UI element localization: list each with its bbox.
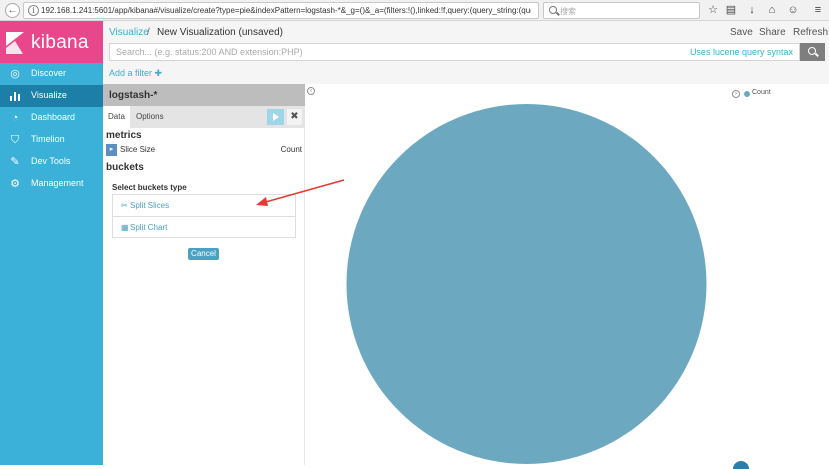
bookmark-star-icon[interactable]: ☆ [706, 3, 720, 17]
smiley-icon[interactable]: ☺ [786, 3, 800, 17]
buckets-heading: buckets [106, 162, 144, 173]
cancel-button[interactable]: Cancel [188, 248, 219, 260]
sidebar-item-visualize[interactable]: Visualize [0, 85, 103, 107]
browser-search-placeholder: 搜索 [560, 7, 576, 16]
breadcrumb: Visualize / New Visualization (unsaved) … [103, 21, 829, 43]
tab-data[interactable]: Data [103, 106, 130, 128]
home-icon[interactable]: ⌂ [765, 3, 779, 17]
browser-toolbar: ← i 192.168.1.241:5601/app/kibana#/visua… [0, 0, 829, 21]
sidebar-item-label: Dev Tools [31, 156, 71, 166]
scroll-up-icon[interactable] [733, 461, 749, 469]
compass-icon: ◎ [10, 68, 20, 80]
wrench-icon: ✎ [10, 156, 20, 168]
tab-options[interactable]: Options [131, 106, 169, 128]
legend-swatch [744, 91, 750, 97]
scissors-icon: ✂ [121, 201, 128, 210]
pie-slice-count[interactable] [346, 104, 707, 464]
apply-changes-button[interactable] [267, 109, 284, 125]
refresh-button[interactable]: Refresh [793, 27, 828, 38]
clipboard-icon[interactable]: ▤ [724, 3, 738, 17]
table-icon: ▦ [121, 223, 129, 232]
search-icon [549, 6, 557, 14]
url-text: 192.168.1.241:5601/app/kibana#/visualize… [41, 6, 531, 15]
bucket-option-label: Split Chart [130, 223, 168, 232]
sidebar-item-label: Timelion [31, 134, 65, 144]
sidebar-item-label: Discover [31, 68, 67, 78]
bucket-option-label: Split Slices [130, 201, 170, 210]
sidebar-item-timelion[interactable]: ⛉ Timelion [0, 129, 103, 151]
discard-changes-button[interactable]: ✖ [287, 109, 302, 125]
shield-icon: ⛉ [10, 134, 20, 146]
metric-label: Slice Size [120, 145, 156, 154]
legend-toggle-icon[interactable]: › [732, 90, 740, 98]
menu-icon[interactable]: ≡ [811, 3, 825, 17]
sidebar-item-label: Visualize [31, 90, 67, 100]
search-placeholder: Search... (e.g. status:200 AND extension… [116, 47, 303, 57]
search-input[interactable]: Search... (e.g. status:200 AND extension… [109, 43, 800, 61]
lucene-syntax-link[interactable]: Uses lucene query syntax [690, 47, 793, 57]
index-pattern-label: logstash-* [109, 90, 158, 101]
sidebar-item-label: Management [31, 178, 84, 188]
info-icon[interactable]: i [28, 5, 39, 16]
kibana-logo[interactable]: kibana [0, 21, 103, 63]
bucket-type-label: Select buckets type [112, 183, 187, 192]
share-button[interactable]: Share [759, 27, 786, 38]
breadcrumb-separator: / [147, 27, 150, 38]
collapse-editor-icon[interactable]: ‹ [307, 87, 315, 95]
filter-bar: Add a filter ✚ [103, 64, 829, 84]
kibana-logo-icon [6, 32, 24, 54]
pie-chart [346, 104, 707, 464]
add-filter-link[interactable]: Add a filter ✚ [109, 68, 162, 79]
split-chart-option[interactable]: ▦ Split Chart [113, 216, 295, 237]
save-button[interactable]: Save [730, 27, 753, 38]
browser-search-input[interactable]: 搜索 [543, 2, 700, 19]
dashboard-icon: ◔ [11, 112, 19, 124]
sidebar-item-label: Dashboard [31, 112, 76, 122]
bar-chart-icon [9, 90, 21, 102]
search-button[interactable] [800, 43, 825, 61]
vis-editor-sidebar: logstash-* Data Options ✖ metrics ▸ Slic… [103, 84, 305, 465]
metric-slice-size-row[interactable]: ▸ Slice Size Count [106, 144, 302, 157]
metric-value: Count [280, 145, 302, 154]
annotation-arrow [256, 179, 345, 206]
metrics-heading: metrics [106, 130, 142, 141]
query-bar: Search... (e.g. status:200 AND extension… [103, 43, 829, 64]
index-pattern-title: logstash-* [103, 84, 305, 106]
breadcrumb-visualize-link[interactable]: Visualize [109, 27, 149, 38]
sidebar-item-dashboard[interactable]: ◔ Dashboard [0, 107, 103, 129]
kibana-sidebar: kibana ◎ Discover Visualize ◔ Dashboard … [0, 21, 103, 465]
sidebar-item-discover[interactable]: ◎ Discover [0, 63, 103, 85]
editor-tabs: Data Options ✖ [103, 106, 305, 128]
sidebar-item-management[interactable]: ⚙ Management [0, 173, 103, 195]
search-icon [808, 47, 816, 55]
page-title: New Visualization (unsaved) [157, 27, 283, 38]
back-icon[interactable]: ← [5, 3, 20, 18]
kibana-logo-text: kibana [31, 32, 89, 53]
address-bar[interactable]: i 192.168.1.241:5601/app/kibana#/visuali… [23, 2, 539, 19]
legend-label: Count [752, 89, 771, 96]
sidebar-item-dev-tools[interactable]: ✎ Dev Tools [0, 151, 103, 173]
gear-icon: ⚙ [10, 178, 20, 190]
download-icon[interactable]: ↓ [745, 3, 759, 17]
expand-chevron-icon[interactable]: ▸ [106, 144, 117, 156]
